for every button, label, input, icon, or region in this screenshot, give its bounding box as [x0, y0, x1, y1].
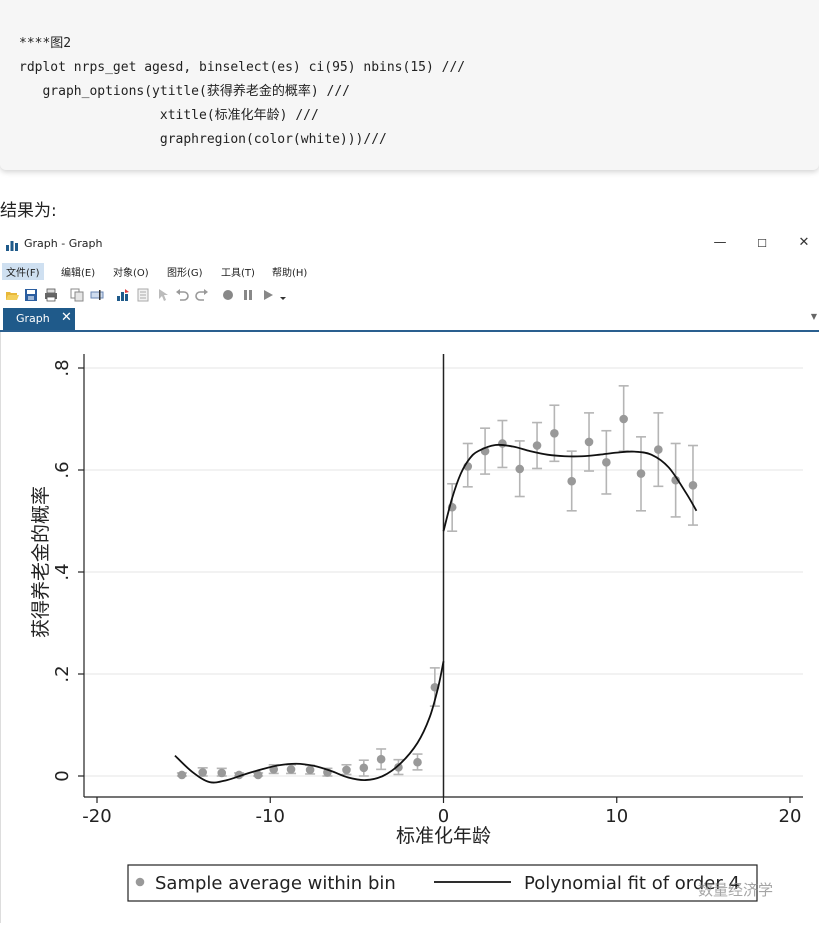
tab-graph[interactable]: Graph ✕: [3, 308, 75, 330]
x-tick-label: 0: [438, 806, 449, 827]
tab-close-icon[interactable]: ✕: [61, 310, 72, 325]
axes: 0 .2 .4 .6 .8 -20 -10 0 10 20: [52, 354, 803, 827]
bin-point: [550, 428, 559, 438]
bin-point: [532, 441, 542, 450]
toolbar: [0, 284, 819, 306]
bin-means: [177, 414, 698, 780]
bin-point: [305, 765, 315, 775]
menu-help[interactable]: 帮助(H): [268, 263, 311, 280]
x-tick-label: -20: [82, 806, 111, 827]
rename-icon[interactable]: [90, 288, 104, 302]
bin-point: [654, 445, 663, 454]
rd-plot: 0 .2 .4 .6 .8 -20 -10 0 10 20 标准化年龄 获得养老金的概率 Sampl…: [30, 354, 803, 902]
title-bar: Graph - Graph — ☐ ✕: [0, 232, 819, 258]
y-tick-label: 0: [52, 770, 73, 781]
bin-point: [584, 437, 594, 447]
x-axis-title: 标准化年龄: [396, 825, 491, 847]
graph-area: 0 .2 .4 .6 .8 -20 -10 0 10 20 标准化年龄 获得养老金的概率 Sampl…: [0, 332, 819, 923]
window-title: Graph - Graph: [24, 237, 103, 250]
undo-icon[interactable]: [175, 288, 189, 302]
legend-label-bins: Sample average within bin: [155, 873, 396, 894]
menu-object[interactable]: 对象(O): [109, 263, 153, 280]
menu-bar: 文件(F) 编辑(E) 对象(O) 图形(G) 工具(T) 帮助(H): [0, 260, 819, 282]
x-tick-label: 20: [779, 806, 802, 827]
x-tick-label: -10: [256, 806, 285, 827]
bin-point: [688, 481, 698, 490]
bin-point: [515, 464, 525, 474]
legend-marker: [135, 877, 145, 887]
polynomial-fit: [174, 443, 698, 784]
graph-editor-icon[interactable]: [116, 288, 130, 302]
code-block: ****图2 rdplot nrps_get agesd, binselect(…: [0, 0, 819, 170]
y-tick-label: .4: [52, 563, 73, 580]
copy-icon[interactable]: [70, 288, 84, 302]
tab-graph-label: Graph: [16, 312, 50, 325]
bin-point: [217, 768, 227, 778]
tab-bar: Graph ✕ ▼: [0, 308, 819, 332]
menu-file[interactable]: 文件(F): [2, 263, 44, 280]
watermark: 数量经济学: [698, 881, 773, 899]
redo-icon[interactable]: [195, 288, 209, 302]
viewer-icon[interactable]: [136, 288, 150, 302]
bin-point: [376, 754, 386, 764]
y-tick-label: .2: [52, 665, 73, 682]
axis-labels: 标准化年龄 获得养老金的概率: [30, 486, 491, 847]
bin-point: [359, 763, 369, 773]
fit-curve: [442, 443, 698, 532]
fit-curve: [174, 661, 445, 784]
y-tick-label: .6: [52, 461, 73, 478]
save-icon[interactable]: [24, 288, 38, 302]
code-text: ****图2 rdplot nrps_get agesd, binselect(…: [19, 36, 466, 147]
pointer-icon[interactable]: [156, 288, 170, 302]
bin-point: [636, 469, 646, 478]
legend: Sample average within bin Polynomial fit …: [127, 864, 758, 902]
menu-tools[interactable]: 工具(T): [217, 263, 259, 280]
bin-point: [177, 770, 187, 780]
close-button[interactable]: ✕: [794, 235, 814, 250]
menu-graph[interactable]: 图形(G): [163, 263, 207, 280]
bin-point: [567, 476, 577, 486]
menu-edit[interactable]: 编辑(E): [57, 263, 99, 280]
minimize-button[interactable]: —: [710, 235, 730, 250]
graph-app-icon: [6, 241, 18, 251]
open-icon[interactable]: [5, 288, 19, 302]
confidence-intervals: [176, 385, 698, 777]
bin-point: [602, 458, 611, 467]
bin-point: [286, 765, 296, 774]
result-label: 结果为:: [0, 201, 57, 221]
record-icon[interactable]: [221, 288, 235, 302]
bin-point: [198, 768, 207, 777]
x-tick-label: 10: [605, 806, 628, 827]
bin-point: [619, 414, 628, 424]
y-axis-title: 获得养老金的概率: [30, 486, 52, 638]
bin-point: [498, 439, 507, 448]
play-icon[interactable]: [261, 288, 275, 302]
maximize-button[interactable]: ☐: [752, 237, 772, 250]
print-icon[interactable]: [44, 288, 58, 302]
tab-scroll-arrow-icon[interactable]: ▼: [811, 312, 817, 321]
graph-window: Graph - Graph — ☐ ✕ 文件(F) 编辑(E) 对象(O) 图形…: [0, 232, 819, 923]
pause-icon[interactable]: [241, 288, 255, 302]
bin-point: [413, 757, 422, 767]
bin-point: [342, 765, 351, 775]
y-tick-label: .8: [52, 359, 73, 376]
dropdown-icon[interactable]: [278, 288, 288, 302]
